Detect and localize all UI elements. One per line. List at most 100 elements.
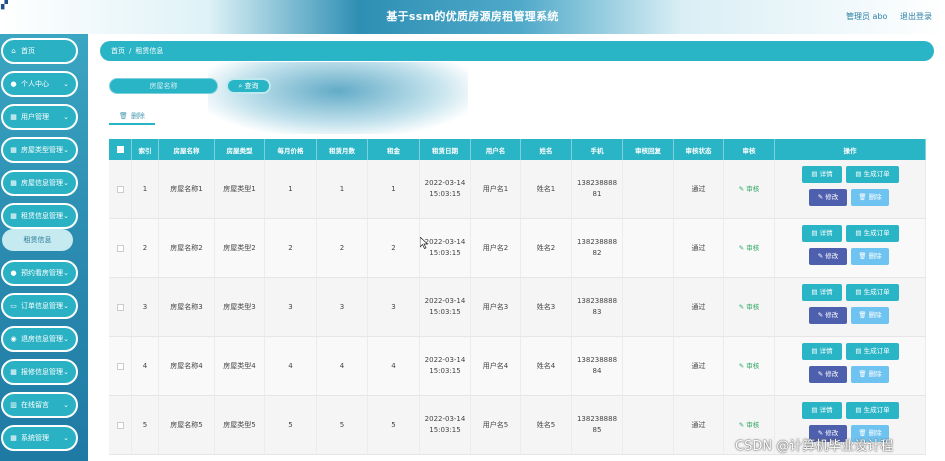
delete-button[interactable]: 🗑 删除 [851, 366, 889, 383]
sidebar-item[interactable]: ◉ 退房信息管理 ⌄ [1, 326, 78, 352]
generate-order-button-label: 生成订单 [863, 347, 890, 355]
audit-label: 审核 [746, 361, 760, 370]
detail-button-label: 详情 [819, 288, 833, 296]
rent-cell: 2 [368, 219, 420, 277]
row-checkbox[interactable] [116, 303, 124, 311]
mouse-cursor-icon [420, 237, 428, 249]
row-select-cell [109, 219, 132, 277]
sidebar-item-label: 房屋类型管理 [21, 146, 63, 154]
logout-link[interactable]: 退出登录 [900, 11, 932, 22]
row-select-cell [109, 396, 132, 454]
lease-datetime: 2022-03-14 15:03:15 [425, 296, 466, 318]
audit-label: 审核 [746, 184, 760, 193]
audit-label: 审核 [746, 420, 760, 429]
lease-time: 15:03:15 [429, 426, 461, 434]
row-checkbox[interactable] [116, 421, 124, 429]
generate-order-button[interactable]: ▤ 生成订单 [846, 166, 899, 183]
document-icon: ▤ [855, 288, 862, 296]
delete-button[interactable]: 🗑 删除 [851, 189, 889, 206]
delete-button-label: 删除 [868, 311, 882, 319]
sidebar-subitem-lease-info[interactable]: 租赁信息 [2, 229, 73, 251]
detail-button[interactable]: ▤ 详情 [802, 225, 842, 242]
audit-link[interactable]: ✎ 审核 [739, 302, 760, 313]
detail-button-label: 详情 [819, 406, 833, 414]
document-icon: ▤ [811, 288, 818, 296]
breadcrumb: 首页 / 租赁信息 [100, 41, 934, 61]
edit-button[interactable]: ✎ 修改 [809, 307, 847, 324]
sidebar-item[interactable]: ● 个人中心 ⌄ [1, 71, 78, 97]
row-checkbox[interactable] [116, 185, 124, 193]
status-cell: 通过 [674, 396, 724, 454]
sidebar-item[interactable]: ▦ 房屋信息管理 ⌄ [1, 170, 78, 196]
username-cell: 用户名2 [471, 219, 521, 277]
house-type-cell: 房屋类型5 [215, 396, 265, 454]
house-name-search-input[interactable]: 房屋名称 [109, 78, 218, 94]
breadcrumb-separator: / [129, 47, 132, 55]
lease-date-cell: 2022-03-14 15:03:15 [420, 337, 471, 395]
csdn-watermark: CSDN @计算机毕业设计程 [735, 439, 894, 454]
search-button-label: 查询 [244, 82, 259, 90]
row-checkbox[interactable] [116, 362, 124, 370]
detail-button[interactable]: ▤ 详情 [802, 402, 842, 419]
column-header: 租赁日期 [420, 139, 471, 160]
audit-link[interactable]: ✎ 审核 [739, 243, 760, 254]
months-cell: 2 [317, 219, 368, 277]
column-header: 操作 [775, 139, 926, 160]
sidebar-item[interactable]: ▦ 用户管理 ⌄ [1, 104, 78, 130]
edit-button[interactable]: ✎ 修改 [809, 189, 847, 206]
document-icon: ▤ [855, 406, 862, 414]
sidebar-item[interactable]: ▭ 订单信息管理 ⌄ [1, 293, 78, 319]
sidebar-item[interactable]: ⌂ 首页 [1, 38, 78, 64]
audit-link[interactable]: ✎ 审核 [739, 361, 760, 372]
edit-icon: ✎ [817, 252, 824, 260]
edit-button[interactable]: ✎ 修改 [809, 366, 847, 383]
username-cell: 用户名3 [471, 278, 521, 336]
phone-number: 138238888 82 [577, 237, 617, 259]
bulk-delete-button[interactable]: 🗑 删除 [109, 109, 155, 125]
house-type-cell: 房屋类型2 [215, 219, 265, 277]
breadcrumb-home[interactable]: 首页 [111, 46, 125, 56]
detail-button[interactable]: ▤ 详情 [802, 343, 842, 360]
row-select-cell [109, 160, 132, 218]
row-checkbox[interactable] [116, 244, 124, 252]
select-all-checkbox[interactable] [116, 146, 124, 153]
document-icon: ▤ [855, 347, 862, 355]
lease-datetime: 2022-03-14 15:03:15 [425, 178, 466, 200]
name-cell: 姓名3 [521, 278, 572, 336]
house-type-cell: 房屋类型4 [215, 337, 265, 395]
chevron-down-icon: ⌄ [63, 269, 69, 277]
generate-order-button[interactable]: ▤ 生成订单 [846, 284, 899, 301]
name-cell: 姓名5 [521, 396, 572, 454]
column-header: 审核回复 [623, 139, 674, 160]
table-row: 2 房屋名称2 房屋类型2 2 2 2 2022-03-14 15:03:15 用户名2 姓名2 1… [109, 219, 926, 278]
sidebar-item[interactable]: ▦ 系统管理 ⌄ [1, 425, 78, 451]
delete-button[interactable]: 🗑 删除 [851, 248, 889, 265]
sidebar-item-label: 在线留言 [21, 401, 49, 409]
delete-button[interactable]: 🗑 删除 [851, 307, 889, 324]
generate-order-button[interactable]: ▤ 生成订单 [846, 402, 899, 419]
column-header: 审核状态 [674, 139, 724, 160]
sidebar-item[interactable]: ▦ 租赁信息管理 ⌄ [1, 203, 78, 229]
sidebar-item-label: 房屋信息管理 [21, 179, 63, 187]
search-button[interactable]: ⌕ 查询 [226, 78, 271, 94]
chevron-down-icon: ⌄ [63, 335, 69, 343]
audit-link[interactable]: ✎ 审核 [739, 420, 760, 431]
edit-button[interactable]: ✎ 修改 [809, 248, 847, 265]
reply-cell [623, 337, 674, 395]
detail-button[interactable]: ▤ 详情 [802, 284, 842, 301]
edit-button-label: 修改 [825, 311, 839, 319]
chevron-down-icon: ⌄ [63, 113, 69, 121]
sidebar-item[interactable]: ▦ 报修信息管理 ⌄ [1, 359, 78, 385]
audit-link[interactable]: ✎ 审核 [739, 184, 760, 195]
detail-button[interactable]: ▤ 详情 [802, 166, 842, 183]
generate-order-button[interactable]: ▤ 生成订单 [846, 343, 899, 360]
sidebar-item[interactable]: ▦ 房屋类型管理 ⌄ [1, 137, 78, 163]
grid-icon: ▦ [10, 434, 17, 442]
sidebar-item[interactable]: ▥ 在线留言 ⌄ [1, 392, 78, 418]
search-icon: ⌕ [238, 81, 243, 90]
generate-order-button[interactable]: ▤ 生成订单 [846, 225, 899, 242]
sidebar-item-label: 系统管理 [21, 434, 49, 442]
edit-button-label: 修改 [825, 252, 839, 260]
column-header: 手机 [572, 139, 623, 160]
sidebar-item[interactable]: ● 预约看房管理 ⌄ [1, 260, 78, 286]
